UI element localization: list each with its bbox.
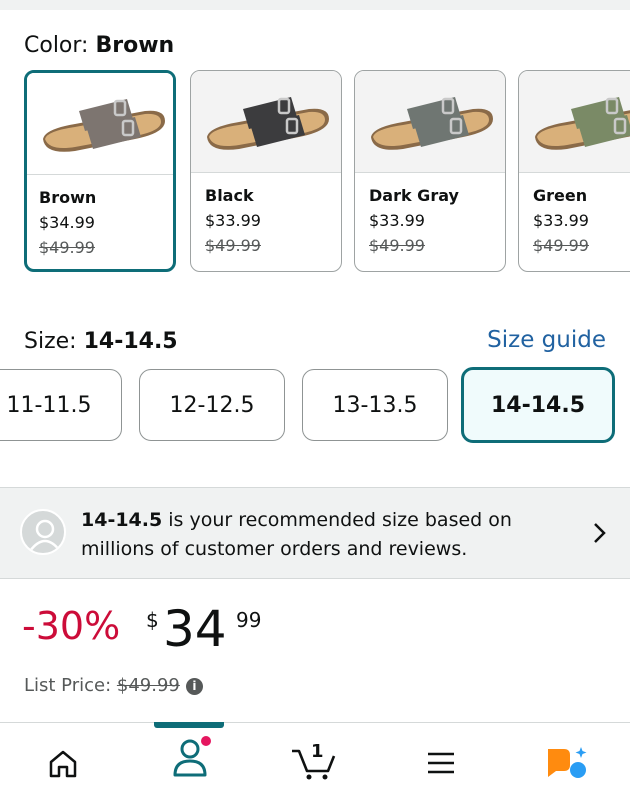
product-thumbnail <box>519 71 630 173</box>
swatch-name: Dark Gray <box>369 186 459 205</box>
size-label: Size: 14-14.5 <box>24 329 178 354</box>
recommended-size: 14-14.5 <box>81 509 163 531</box>
sandal-image <box>43 99 165 152</box>
size-option-11-11-5[interactable]: 11-11.5 <box>0 369 122 441</box>
swatch-list-price: $49.99 <box>39 238 95 257</box>
nav-tab-menu[interactable] <box>378 723 504 800</box>
size-option-14-14-5[interactable]: 14-14.5 <box>461 367 615 443</box>
product-thumbnail <box>27 73 173 175</box>
swatch-price: $33.99 <box>205 211 261 230</box>
price-currency: $ <box>146 608 159 632</box>
home-icon <box>49 750 77 778</box>
color-swatch-green[interactable]: Green $33.99 $49.99 <box>518 70 630 272</box>
size-recommendation-banner[interactable]: 14-14.5 is your recommended size based o… <box>0 487 630 579</box>
notification-badge <box>201 736 211 746</box>
swatch-price: $33.99 <box>369 211 425 230</box>
cart-count: 1 <box>311 741 324 762</box>
sandal-image <box>371 97 493 150</box>
list-price-value: $49.99 <box>116 675 180 696</box>
swatch-list-price: $49.99 <box>533 236 589 255</box>
menu-icon <box>428 752 454 774</box>
swatch-price: $34.99 <box>39 213 95 232</box>
swatch-name: Brown <box>39 188 97 207</box>
info-icon[interactable]: i <box>185 678 203 695</box>
color-swatch-brown[interactable]: Brown $34.99 $49.99 <box>24 70 176 272</box>
product-thumbnail <box>355 71 505 173</box>
top-divider <box>0 0 630 10</box>
nav-tab-assistant[interactable] <box>504 723 630 800</box>
product-thumbnail <box>191 71 341 173</box>
swatch-name: Black <box>205 186 254 205</box>
sandal-image <box>535 97 630 150</box>
selected-color-value: Brown <box>95 33 175 58</box>
swatch-price: $33.99 <box>533 211 589 230</box>
assistant-icon <box>548 747 587 778</box>
list-price: List Price: $49.99 i <box>24 675 203 696</box>
color-swatch-dark-gray[interactable]: Dark Gray $33.99 $49.99 <box>354 70 506 272</box>
selected-size-value: 14-14.5 <box>83 329 178 354</box>
chevron-right-icon <box>594 523 606 543</box>
color-swatch-black[interactable]: Black $33.99 $49.99 <box>190 70 342 272</box>
price-fraction: 99 <box>236 608 262 632</box>
nav-tab-home[interactable] <box>0 723 126 800</box>
size-guide-link[interactable]: Size guide <box>487 327 606 353</box>
color-label: Color: Brown <box>24 33 175 58</box>
sandal-image <box>207 97 329 150</box>
color-swatch-list: Brown $34.99 $49.99 Black $33.99 $49.99 <box>24 70 630 274</box>
swatch-list-price: $49.99 <box>369 236 425 255</box>
swatch-name: Green <box>533 186 588 205</box>
size-option-12-12-5[interactable]: 12-12.5 <box>139 369 285 441</box>
account-icon <box>173 736 211 777</box>
discount-percent: -30% <box>22 604 121 648</box>
swatch-list-price: $49.99 <box>205 236 261 255</box>
user-avatar-icon <box>20 509 66 555</box>
nav-tab-account[interactable] <box>126 723 252 800</box>
size-option-13-13-5[interactable]: 13-13.5 <box>302 369 448 441</box>
price-whole: 34 <box>163 600 227 658</box>
recommendation-text: 14-14.5 is your recommended size based o… <box>81 509 512 560</box>
